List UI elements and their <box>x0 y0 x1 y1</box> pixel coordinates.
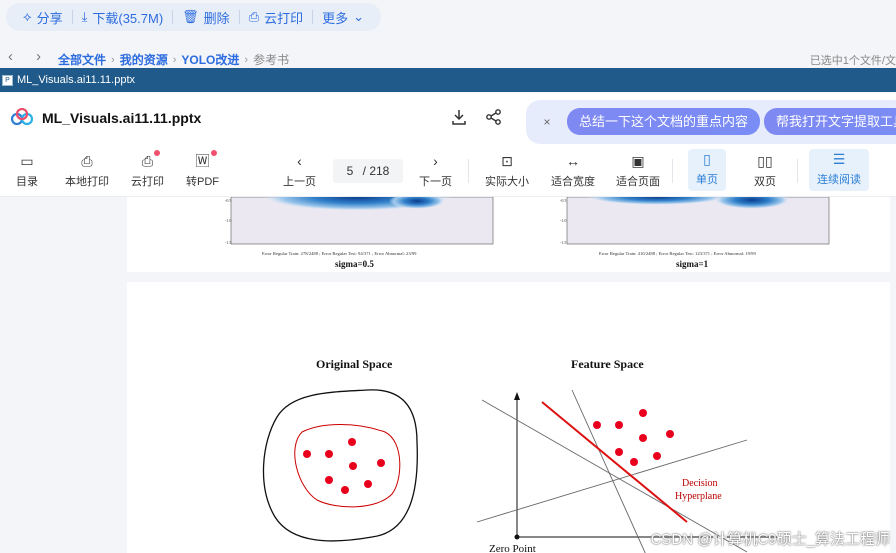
pptx-file-icon: P <box>2 74 13 86</box>
error-stats-left: Error Regular Train: 278/2488 ; Error Re… <box>262 251 417 256</box>
divider <box>468 159 469 183</box>
share-button[interactable]: ⟡ 分享 <box>14 3 72 31</box>
breadcrumb-item-reference: 参考书 <box>253 53 290 67</box>
prev-page-button[interactable]: ‹ 上一页 <box>283 153 316 189</box>
share-icon[interactable] <box>484 108 504 128</box>
actual-size-icon: ⊡ <box>501 153 513 169</box>
continuous-read-button[interactable]: ☰ 连续阅读 <box>809 149 869 191</box>
feature-space-title: Feature Space <box>571 357 644 371</box>
new-badge <box>210 150 217 156</box>
breadcrumb: 全部文件 › 我的资源 › YOLO改进 › 参考书 <box>58 51 289 68</box>
cloud-print-button[interactable]: ⎙ 云打印 <box>240 3 312 31</box>
trash-icon: 🗑 <box>182 9 199 24</box>
inner-boundary <box>294 424 401 508</box>
next-page-icon: › <box>433 153 438 169</box>
svg-text:-1.0: -1.0 <box>560 218 566 223</box>
download-button[interactable]: ⤓ 下载(35.7M) <box>73 3 173 31</box>
word-icon: 🅆 <box>196 150 217 169</box>
single-page-icon: ▯ <box>703 151 711 167</box>
breadcrumb-item-yolo[interactable]: YOLO改进 <box>181 51 239 68</box>
forward-arrow-icon[interactable]: › <box>36 48 41 65</box>
file-action-bar: ⟡ 分享 ⤓ 下载(35.7M) 🗑 删除 ⎙ 云打印 更多 ⌄ <box>0 0 896 36</box>
original-points <box>303 438 385 494</box>
outer-boundary <box>262 389 418 542</box>
chevron-right-icon: › <box>244 53 249 66</box>
chevron-down-icon: ⌄ <box>353 9 365 24</box>
fit-page-button[interactable]: ▣ 适合页面 <box>616 153 660 189</box>
ai-chip-extract-text[interactable]: 帮我打开文字提取工具 <box>764 108 896 135</box>
svg-text:-1.5: -1.5 <box>560 240 566 245</box>
slide-current: Original Space Feature Space Decision Hy… <box>127 282 890 553</box>
svg-text:-1.5: -1.5 <box>225 240 231 245</box>
svg-text:-0.5: -0.5 <box>560 198 566 203</box>
fit-width-icon: ↔ <box>566 153 580 169</box>
window-title: ML_Visuals.ai11.11.pptx <box>17 74 136 86</box>
decision-label-line2: Hyperplane <box>675 491 722 502</box>
printer-icon: ⎙ <box>81 153 93 169</box>
outline-icon: ▭ <box>20 153 34 169</box>
prev-page-icon: ‹ <box>297 153 302 169</box>
share-icon: ⟡ <box>23 9 32 24</box>
close-icon[interactable]: × <box>538 113 556 131</box>
breadcrumb-item-all-files[interactable]: 全部文件 <box>58 51 106 68</box>
cloud-print-icon: ⎙ <box>248 9 260 24</box>
selection-count: 已选中1个文件/文 <box>809 55 896 67</box>
watermark: CSDN @计算机C9硕士_算法工程师 <box>650 531 890 548</box>
double-page-button[interactable]: ▯▯ 双页 <box>754 153 776 189</box>
delete-button[interactable]: 🗑 删除 <box>173 3 239 31</box>
svg-text:-1.0: -1.0 <box>225 218 231 223</box>
document-header: ML_Visuals.ai11.11.pptx × 总结一下这个文档的重点内容 … <box>0 93 896 145</box>
caption-sigma-left: sigma=0.5 <box>335 259 374 269</box>
ai-suggestion-panel: × 总结一下这个文档的重点内容 帮我打开文字提取工具 <box>526 100 896 144</box>
viewer-toolbar: ▭ 目录 ⎙ 本地打印 ⎙ 云打印 🅆 转PDF ‹ 上一页 5 / 218 ›… <box>0 145 896 197</box>
actual-size-button[interactable]: ⊡ 实际大小 <box>485 153 529 189</box>
decision-label-line1: Decision <box>682 478 718 489</box>
action-group: ⟡ 分享 ⤓ 下载(35.7M) 🗑 删除 ⎙ 云打印 更多 ⌄ <box>6 3 382 31</box>
double-page-icon: ▯▯ <box>757 153 773 169</box>
divider <box>797 159 798 183</box>
zero-point-label: Zero Point <box>489 543 536 553</box>
breadcrumb-item-my-resources[interactable]: 我的资源 <box>120 51 168 68</box>
page-indicator[interactable]: 5 / 218 <box>333 159 403 183</box>
outline-button[interactable]: ▭ 目录 <box>16 153 38 189</box>
breadcrumb-bar: ‹ › 全部文件 › 我的资源 › YOLO改进 › 参考书 已选中1个文件/文 <box>0 46 896 70</box>
app-logo-icon <box>11 108 33 126</box>
kernel-space-diagram: Original Space Feature Space Decision Hy… <box>262 357 777 553</box>
page-total: / 218 <box>362 164 390 178</box>
ai-chip-summarize[interactable]: 总结一下这个文档的重点内容 <box>567 108 761 135</box>
chevron-right-icon: › <box>172 53 177 66</box>
local-print-button[interactable]: ⎙ 本地打印 <box>65 153 109 189</box>
feature-points <box>593 409 674 466</box>
chevron-right-icon: › <box>111 53 115 66</box>
svg-text:-0.5: -0.5 <box>225 198 231 203</box>
document-title: ML_Visuals.ai11.11.pptx <box>42 110 202 126</box>
back-arrow-icon[interactable]: ‹ <box>8 48 13 65</box>
single-page-button[interactable]: ▯ 单页 <box>688 149 726 191</box>
more-button[interactable]: 更多 ⌄ <box>313 3 373 31</box>
cloud-print-icon: ⎙ <box>142 150 161 169</box>
caption-sigma-right: sigma=1 <box>676 259 709 269</box>
cloud-print-button[interactable]: ⎙ 云打印 <box>131 150 164 189</box>
divider <box>672 159 673 183</box>
fit-width-button[interactable]: ↔ 适合宽度 <box>551 153 595 189</box>
document-viewport[interactable]: -0.5 -1.0 -1.5 Error Regular Train: 278/… <box>0 197 896 553</box>
download-icon[interactable] <box>449 108 469 128</box>
next-page-button[interactable]: › 下一页 <box>419 153 452 189</box>
slide-previous: -0.5 -1.0 -1.5 Error Regular Train: 278/… <box>127 197 890 272</box>
download-icon: ⤓ <box>81 9 88 24</box>
fit-page-icon: ▣ <box>631 153 645 169</box>
page-current-input[interactable]: 5 <box>347 164 354 178</box>
original-space-title: Original Space <box>316 357 393 371</box>
continuous-icon: ☰ <box>832 151 846 167</box>
new-badge <box>154 150 161 156</box>
to-pdf-button[interactable]: 🅆 转PDF <box>186 150 219 189</box>
error-stats-right: Error Regular Train: 410/2488 ; Error Re… <box>599 251 756 256</box>
window-title-bar: P ML_Visuals.ai11.11.pptx <box>0 68 896 92</box>
density-plots: -0.5 -1.0 -1.5 Error Regular Train: 278/… <box>225 197 830 269</box>
